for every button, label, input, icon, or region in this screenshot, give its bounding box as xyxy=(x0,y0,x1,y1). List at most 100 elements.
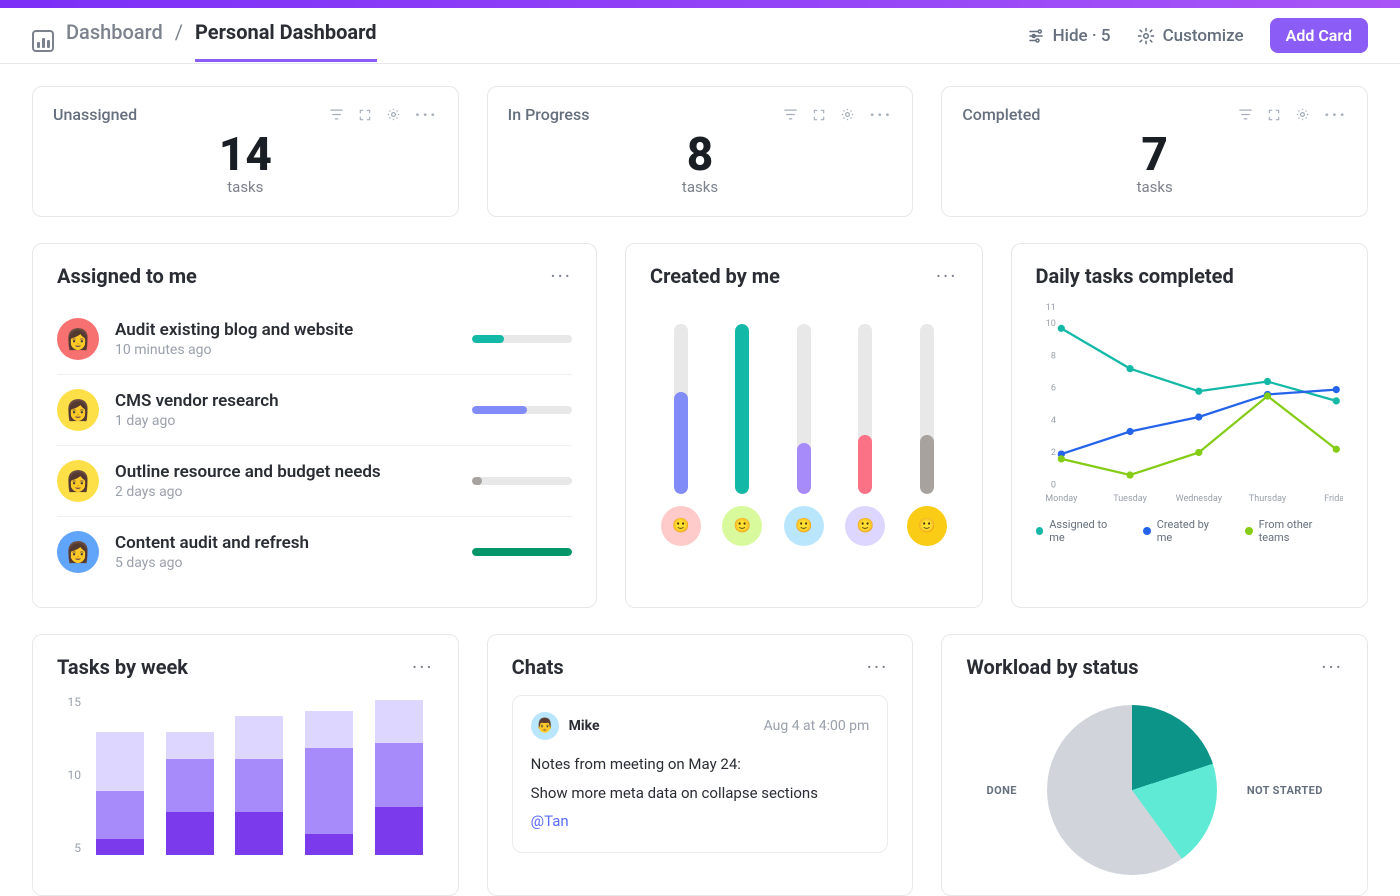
avatar: 🙂 xyxy=(845,506,885,546)
chat-message[interactable]: 👨 Mike Aug 4 at 4:00 pm Notes from meeti… xyxy=(512,695,889,853)
panel-title: Workload by status xyxy=(966,655,1138,679)
gear-icon xyxy=(1137,27,1155,45)
svg-text:2: 2 xyxy=(1050,448,1055,458)
avatar: 🙂 xyxy=(784,506,824,546)
more-icon[interactable]: ··· xyxy=(550,271,572,281)
task-title: CMS vendor research xyxy=(115,391,456,411)
stat-value: 7 xyxy=(962,128,1347,182)
gear-icon[interactable] xyxy=(386,107,401,122)
expand-icon[interactable] xyxy=(358,108,372,122)
hide-button[interactable]: Hide · 5 xyxy=(1027,26,1111,46)
expand-icon[interactable] xyxy=(1267,108,1281,122)
created-panel: Created by me ··· 🙂 🙂 🙂 🙂 🙂 xyxy=(625,243,982,608)
sliders-icon xyxy=(1027,27,1045,45)
y-tick: 15 xyxy=(57,695,81,709)
avatar: 🙂 xyxy=(722,506,762,546)
filter-icon[interactable] xyxy=(783,107,798,122)
vbar xyxy=(858,324,872,494)
expand-icon[interactable] xyxy=(812,108,826,122)
more-icon[interactable]: ··· xyxy=(1324,110,1347,120)
week-stack xyxy=(305,711,353,855)
week-stack xyxy=(96,732,144,855)
tasks-week-panel: Tasks by week ··· 15 10 5 xyxy=(32,634,459,896)
task-item[interactable]: 👩CMS vendor research1 day ago xyxy=(57,375,572,446)
task-time: 1 day ago xyxy=(115,413,456,429)
more-icon[interactable]: ··· xyxy=(936,271,958,281)
panel-title: Created by me xyxy=(650,264,780,288)
task-progress xyxy=(472,406,572,414)
filter-icon[interactable] xyxy=(329,107,344,122)
week-stack xyxy=(375,700,423,855)
stat-card-completed[interactable]: Completed ··· 7 tasks xyxy=(941,86,1368,217)
avatar: 👩 xyxy=(57,318,99,360)
legend-item: Assigned to me xyxy=(1036,518,1123,544)
more-icon[interactable]: ··· xyxy=(869,110,892,120)
chat-timestamp: Aug 4 at 4:00 pm xyxy=(764,718,870,734)
task-progress xyxy=(472,335,572,343)
task-time: 10 minutes ago xyxy=(115,342,456,358)
avatar: 🙂 xyxy=(661,506,701,546)
y-tick: 10 xyxy=(57,768,81,782)
customize-button[interactable]: Customize xyxy=(1137,26,1244,46)
task-time: 5 days ago xyxy=(115,555,456,571)
y-tick: 5 xyxy=(57,841,81,855)
vbar xyxy=(674,324,688,494)
add-card-button[interactable]: Add Card xyxy=(1270,18,1368,53)
stat-row: Unassigned ··· 14 tasks In Progress ··· xyxy=(32,86,1368,217)
header-actions: Hide · 5 Customize Add Card xyxy=(1027,18,1368,63)
svg-text:0: 0 xyxy=(1050,480,1055,490)
gear-icon[interactable] xyxy=(1295,107,1310,122)
avatar: 👩 xyxy=(57,531,99,573)
stat-title: Unassigned xyxy=(53,105,137,124)
legend-item: Created by me xyxy=(1143,518,1225,544)
panel-title: Assigned to me xyxy=(57,264,197,288)
daily-line-chart: 024681011MondayTuesdayWednesdayThursdayF… xyxy=(1036,296,1343,516)
panel-title: Daily tasks completed xyxy=(1036,264,1343,288)
pie-label-done: DONE xyxy=(987,784,1029,797)
svg-text:Wednesday: Wednesday xyxy=(1175,494,1222,504)
stat-title: Completed xyxy=(962,105,1040,124)
week-stack xyxy=(166,732,214,855)
chat-line: Show more meta data on collapse sections xyxy=(531,779,870,808)
avatar: 👩 xyxy=(57,460,99,502)
assigned-panel: Assigned to me ··· 👩 Audit existing blog … xyxy=(32,243,597,608)
chart-legend: Assigned to me Created by me From other te… xyxy=(1036,518,1343,544)
task-item[interactable]: 👩Outline resource and budget needs2 days… xyxy=(57,446,572,517)
legend-item: From other teams xyxy=(1245,518,1343,544)
gear-icon[interactable] xyxy=(840,107,855,122)
pie-label-notstarted: NOT STARTED xyxy=(1235,784,1323,797)
stat-unit: tasks xyxy=(962,178,1347,196)
vbar xyxy=(797,324,811,494)
svg-text:6: 6 xyxy=(1050,384,1055,394)
week-stack xyxy=(235,716,283,855)
vbar xyxy=(735,324,749,494)
task-progress xyxy=(472,548,572,556)
breadcrumb-active[interactable]: Personal Dashboard xyxy=(195,20,376,62)
breadcrumb-root[interactable]: Dashboard xyxy=(66,20,163,62)
svg-text:10: 10 xyxy=(1045,319,1055,329)
more-icon[interactable]: ··· xyxy=(415,110,438,120)
chat-mention[interactable]: @Tan xyxy=(531,807,870,836)
chat-line: Notes from meeting on May 24: xyxy=(531,750,870,779)
stat-value: 14 xyxy=(53,128,438,182)
hide-label: Hide · 5 xyxy=(1053,26,1111,46)
stat-card-inprogress[interactable]: In Progress ··· 8 tasks xyxy=(487,86,914,217)
top-header: Dashboard / Personal Dashboard Hide · 5 … xyxy=(0,8,1400,64)
more-icon[interactable]: ··· xyxy=(867,662,889,672)
avatar: 🙂 xyxy=(907,506,947,546)
task-item[interactable]: 👩Content audit and refresh5 days ago xyxy=(57,517,572,587)
more-icon[interactable]: ··· xyxy=(1321,662,1343,672)
line-chart-svg: 024681011MondayTuesdayWednesdayThursdayF… xyxy=(1036,296,1343,516)
filter-icon[interactable] xyxy=(1238,107,1253,122)
task-progress xyxy=(472,477,572,485)
customize-label: Customize xyxy=(1163,26,1244,46)
task-item[interactable]: 👩 Audit existing blog and website 10 minut… xyxy=(57,304,572,375)
svg-text:Friday: Friday xyxy=(1324,494,1343,504)
chats-panel: Chats ··· 👨 Mike Aug 4 at 4:00 pm Notes … xyxy=(487,634,914,896)
more-icon[interactable]: ··· xyxy=(412,662,434,672)
stat-title: In Progress xyxy=(508,105,590,124)
stat-card-unassigned[interactable]: Unassigned ··· 14 tasks xyxy=(32,86,459,217)
task-title: Audit existing blog and website xyxy=(115,320,456,340)
stat-unit: tasks xyxy=(508,178,893,196)
stat-value: 8 xyxy=(508,128,893,182)
